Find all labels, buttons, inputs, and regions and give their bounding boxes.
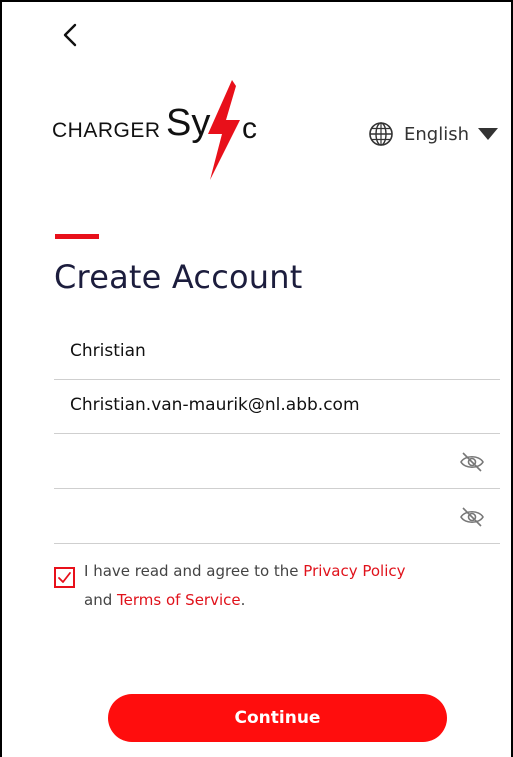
email-value: Christian.van-maurik@nl.abb.com <box>70 395 360 415</box>
consent-checkbox[interactable] <box>54 567 75 588</box>
confirm-password-field[interactable] <box>54 490 500 544</box>
consent-and-text: and <box>84 591 117 609</box>
terms-of-service-link[interactable]: Terms of Service <box>117 591 241 609</box>
consent-line-2: and Terms of Service. <box>84 591 245 609</box>
continue-button[interactable]: Continue <box>108 694 447 742</box>
password-field[interactable] <box>54 435 500 489</box>
chevron-left-icon <box>63 23 77 47</box>
title-accent-bar <box>55 234 99 239</box>
app-screen: CHARGER Sy c English Create Account Chri… <box>0 0 513 757</box>
language-label: English <box>404 123 469 145</box>
logo-text-c: c <box>242 112 257 145</box>
page-title: Create Account <box>54 258 303 296</box>
eye-off-icon[interactable] <box>458 504 486 530</box>
name-value: Christian <box>70 341 146 361</box>
email-field[interactable]: Christian.van-maurik@nl.abb.com <box>54 380 500 434</box>
lightning-bolt-icon <box>208 80 240 180</box>
language-selector[interactable]: English <box>368 119 499 149</box>
back-button[interactable] <box>57 20 85 50</box>
globe-icon <box>369 122 393 146</box>
consent-text: I have read and agree to the <box>84 562 304 580</box>
logo-text-charger: CHARGER <box>52 119 161 142</box>
consent-period: . <box>240 591 246 609</box>
consent-line-1: I have read and agree to the Privacy Pol… <box>84 562 406 580</box>
name-field[interactable]: Christian <box>54 326 500 380</box>
caret-down-icon <box>478 128 498 140</box>
eye-off-icon[interactable] <box>458 449 486 475</box>
chargersync-logo: CHARGER Sy c <box>52 80 272 182</box>
privacy-policy-link[interactable]: Privacy Policy <box>303 562 405 580</box>
checkmark-icon <box>58 572 71 583</box>
